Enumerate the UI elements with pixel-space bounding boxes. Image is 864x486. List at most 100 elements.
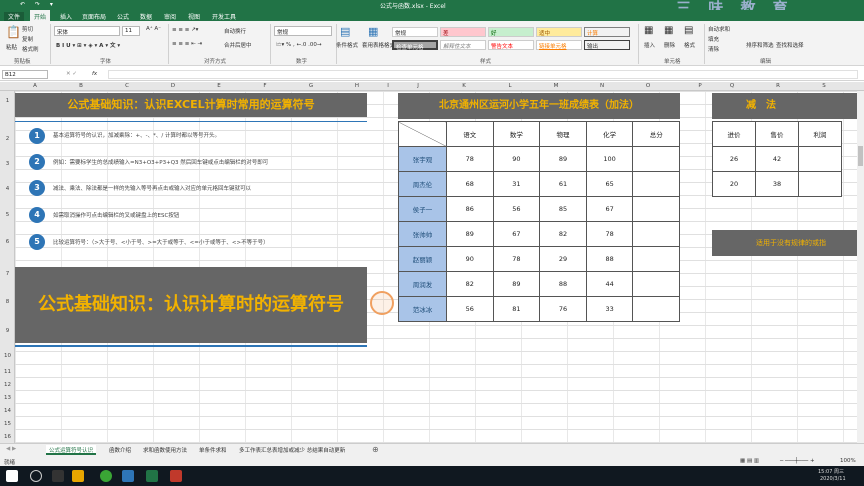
row-header[interactable]: 5 bbox=[0, 212, 15, 218]
tab-home[interactable]: 开始 bbox=[30, 10, 51, 21]
score-cell[interactable]: 76 bbox=[539, 296, 587, 322]
number-format-icons[interactable]: 🗠▾ % , ←.0 .00→ bbox=[276, 41, 321, 50]
price-cell[interactable]: 38 bbox=[755, 171, 799, 197]
align-top-icons[interactable]: ≡ ≡ ≡ ↗▾ bbox=[172, 27, 198, 33]
column-header[interactable]: A bbox=[15, 83, 55, 89]
style-neutral[interactable]: 适中 bbox=[536, 27, 582, 37]
fill-button[interactable]: 填充 bbox=[708, 35, 719, 43]
score-cell[interactable]: 100 bbox=[585, 146, 634, 172]
style-calculation[interactable]: 计算 bbox=[584, 27, 630, 37]
autosum-button[interactable]: 自动求和 bbox=[708, 25, 730, 33]
total-cell[interactable] bbox=[632, 271, 680, 297]
browser-icon[interactable] bbox=[100, 470, 112, 482]
column-header[interactable]: O bbox=[628, 83, 668, 89]
total-cell[interactable] bbox=[632, 196, 680, 222]
score-cell[interactable]: 29 bbox=[539, 246, 587, 272]
score-cell[interactable]: 61 bbox=[539, 171, 587, 197]
sort-filter-button[interactable]: 排序和筛选 bbox=[746, 41, 774, 49]
student-name-cell[interactable]: 周润发 bbox=[398, 271, 447, 297]
student-name-cell[interactable]: 张帅帅 bbox=[398, 221, 447, 247]
column-header[interactable]: K bbox=[444, 83, 484, 89]
font-size-select[interactable]: 11 bbox=[122, 26, 140, 36]
score-cell[interactable]: 78 bbox=[585, 221, 634, 247]
start-icon[interactable] bbox=[6, 470, 18, 482]
fx-icon[interactable]: fx bbox=[92, 71, 97, 77]
align-horizontal-icons[interactable]: ≡ ≡ ≡ ⇤ ⇥ bbox=[172, 41, 202, 47]
zoom-slider[interactable]: ─ ───┼─── + bbox=[780, 458, 815, 464]
tab-page-layout[interactable]: 页面布局 bbox=[82, 12, 106, 21]
wrap-text-button[interactable]: 自动换行 bbox=[224, 27, 246, 35]
score-cell[interactable]: 88 bbox=[539, 271, 587, 297]
style-bad[interactable]: 差 bbox=[440, 27, 486, 37]
quick-access-toolbar[interactable]: ↶ ↷ ▾ bbox=[20, 1, 57, 8]
clear-button[interactable]: 清除 bbox=[708, 45, 719, 53]
tab-insert[interactable]: 插入 bbox=[60, 12, 72, 21]
column-header[interactable]: Q bbox=[712, 83, 752, 89]
formula-input[interactable] bbox=[108, 70, 858, 79]
score-cell[interactable]: 44 bbox=[585, 271, 634, 297]
row-header[interactable]: 2 bbox=[0, 136, 15, 142]
column-header[interactable]: M bbox=[536, 83, 576, 89]
font-grow-icon[interactable]: A⁺ A⁻ bbox=[146, 26, 161, 32]
insert-cells-button[interactable]: 插入 bbox=[644, 41, 655, 49]
price-cell[interactable]: 42 bbox=[755, 146, 799, 172]
delete-cells-button[interactable]: 删除 bbox=[664, 41, 675, 49]
copy-button[interactable]: 复制 bbox=[22, 35, 33, 43]
score-cell[interactable]: 78 bbox=[492, 246, 541, 272]
excel-icon[interactable] bbox=[146, 470, 158, 482]
font-style-buttons[interactable]: B I U ▾ ⊞ ▾ ◈ ▾ A ▾ 文 ▾ bbox=[56, 41, 120, 49]
score-cell[interactable]: 81 bbox=[492, 296, 541, 322]
tab-view[interactable]: 视图 bbox=[188, 12, 200, 21]
score-cell[interactable]: 89 bbox=[446, 221, 494, 247]
score-cell[interactable]: 56 bbox=[446, 296, 494, 322]
score-cell[interactable]: 86 bbox=[446, 196, 494, 222]
score-cell[interactable]: 90 bbox=[492, 146, 541, 172]
column-header[interactable]: R bbox=[758, 83, 798, 89]
column-header[interactable]: F bbox=[245, 83, 285, 89]
row-header[interactable]: 7 bbox=[0, 271, 15, 277]
tab-data[interactable]: 数据 bbox=[140, 12, 152, 21]
tab-developer[interactable]: 开发工具 bbox=[212, 12, 236, 21]
row-header[interactable]: 16 bbox=[0, 434, 15, 440]
cost-cell[interactable]: 26 bbox=[712, 146, 756, 172]
style-normal[interactable]: 常规 bbox=[392, 27, 438, 37]
column-header[interactable]: L bbox=[490, 83, 530, 89]
tab-review[interactable]: 审阅 bbox=[164, 12, 176, 21]
app-icon[interactable] bbox=[122, 470, 134, 482]
scrollbar-thumb[interactable] bbox=[858, 146, 863, 166]
sheet-tab[interactable]: 单条件求和 bbox=[196, 445, 230, 455]
score-cell[interactable]: 89 bbox=[539, 146, 587, 172]
total-cell[interactable] bbox=[632, 146, 680, 172]
find-select-button[interactable]: 查找和选择 bbox=[776, 41, 804, 49]
row-header[interactable]: 14 bbox=[0, 408, 15, 414]
view-mode-icons[interactable]: ▦ ▤ ▥ bbox=[740, 458, 759, 464]
score-cell[interactable]: 82 bbox=[446, 271, 494, 297]
font-name-select[interactable]: 宋体 bbox=[54, 26, 120, 36]
column-header[interactable]: N bbox=[582, 83, 622, 89]
column-header[interactable]: D bbox=[153, 83, 193, 89]
score-cell[interactable]: 31 bbox=[492, 171, 541, 197]
row-header[interactable]: 8 bbox=[0, 299, 15, 305]
style-good[interactable]: 好 bbox=[488, 27, 534, 37]
profit-cell[interactable] bbox=[798, 146, 842, 172]
vertical-scrollbar[interactable] bbox=[857, 91, 864, 443]
score-cell[interactable]: 85 bbox=[539, 196, 587, 222]
zoom-level[interactable]: 100% bbox=[840, 458, 856, 464]
sheet-tab[interactable]: 公式运算符号认识 bbox=[46, 445, 97, 455]
style-output[interactable]: 输出 bbox=[584, 40, 630, 50]
row-header[interactable]: 15 bbox=[0, 421, 15, 427]
format-cells-button[interactable]: 格式 bbox=[684, 41, 695, 49]
merge-center-button[interactable]: 合并后居中 bbox=[224, 41, 252, 49]
tab-formulas[interactable]: 公式 bbox=[117, 12, 129, 21]
folder-icon[interactable] bbox=[72, 470, 84, 482]
score-cell[interactable]: 82 bbox=[539, 221, 587, 247]
column-header[interactable]: G bbox=[291, 83, 331, 89]
row-header[interactable]: 13 bbox=[0, 395, 15, 401]
score-cell[interactable]: 65 bbox=[585, 171, 634, 197]
row-header[interactable]: 10 bbox=[0, 353, 15, 359]
student-name-cell[interactable]: 赵丽颖 bbox=[398, 246, 447, 272]
row-header[interactable]: 11 bbox=[0, 369, 15, 375]
student-name-cell[interactable]: 张宇观 bbox=[398, 146, 447, 172]
sheet-tab[interactable]: 求和函数使用方法 bbox=[140, 445, 190, 455]
total-cell[interactable] bbox=[632, 221, 680, 247]
